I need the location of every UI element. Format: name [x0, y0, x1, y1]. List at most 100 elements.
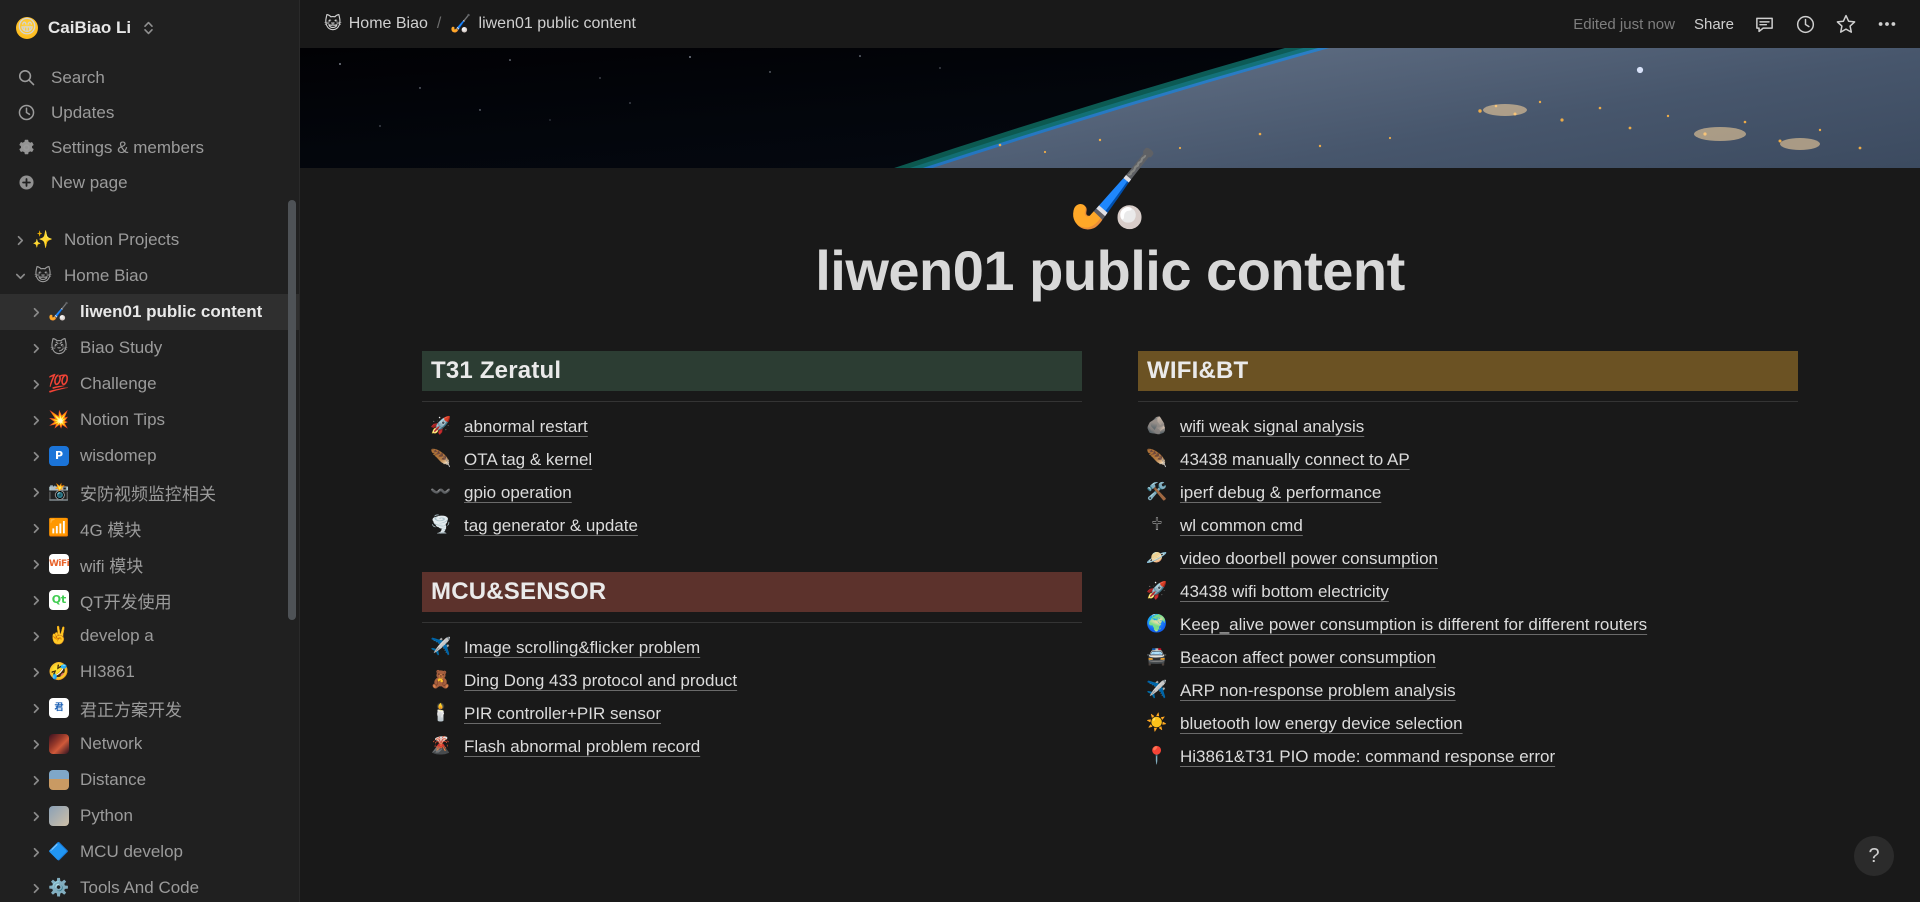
- page-link-row[interactable]: 🚀 abnormal restart: [422, 410, 1082, 443]
- page-link-row[interactable]: 🚔 Beacon affect power consumption: [1138, 641, 1798, 674]
- page-link-label[interactable]: ARP non-response problem analysis: [1180, 681, 1456, 701]
- page-link-label[interactable]: Beacon affect power consumption: [1180, 648, 1436, 668]
- sidebar-item-new-page[interactable]: New page: [0, 165, 300, 200]
- star-icon[interactable]: [1835, 13, 1857, 35]
- page-link-label[interactable]: OTA tag & kernel: [464, 450, 592, 470]
- page-link-label[interactable]: tag generator & update: [464, 516, 638, 536]
- sidebar-tree-item[interactable]: Pwisdomep: [0, 438, 300, 474]
- help-button[interactable]: ?: [1854, 836, 1894, 876]
- sidebar-tree-item[interactable]: 📶 4G 模块: [0, 510, 300, 546]
- chevron-right-icon[interactable]: [26, 775, 46, 786]
- sidebar-tree-item[interactable]: 🤣 HI3861: [0, 654, 300, 690]
- chevron-right-icon[interactable]: [26, 559, 46, 570]
- page-link-label[interactable]: video doorbell power consumption: [1180, 549, 1438, 569]
- chevron-right-icon[interactable]: [26, 739, 46, 750]
- page-link-label[interactable]: PIR controller+PIR sensor: [464, 704, 661, 724]
- chevron-right-icon[interactable]: [26, 631, 46, 642]
- chevron-updown-icon[interactable]: [143, 20, 154, 36]
- page-link-row[interactable]: 🚀 43438 wifi bottom electricity: [1138, 575, 1798, 608]
- page-icon[interactable]: 🏑: [1067, 146, 1159, 232]
- chevron-right-icon[interactable]: [26, 343, 46, 354]
- page-link-row[interactable]: 〰️ gpio operation: [422, 476, 1082, 509]
- page-link-label[interactable]: bluetooth low energy device selection: [1180, 714, 1463, 734]
- sidebar-tree-item[interactable]: 😼 Biao Study: [0, 330, 300, 366]
- page-link-row[interactable]: 🕯️ PIR controller+PIR sensor: [422, 697, 1082, 730]
- sidebar-tree-item[interactable]: 🏑 liwen01 public content: [0, 294, 300, 330]
- page-link-row[interactable]: ✈️ ARP non-response problem analysis: [1138, 674, 1798, 707]
- page-link-label[interactable]: gpio operation: [464, 483, 572, 503]
- chevron-right-icon[interactable]: [26, 703, 46, 714]
- page-link-label[interactable]: Keep_alive power consumption is differen…: [1180, 615, 1647, 635]
- sidebar-tree-item[interactable]: ✌️ develop a: [0, 618, 300, 654]
- breadcrumb-home-biao[interactable]: 😺 Home Biao: [324, 14, 428, 34]
- sidebar-tree-item[interactable]: Python: [0, 798, 300, 834]
- page-link-label[interactable]: wifi weak signal analysis: [1180, 417, 1364, 437]
- page-link-row[interactable]: ✈️ Image scrolling&flicker problem: [422, 631, 1082, 664]
- chevron-right-icon[interactable]: [26, 667, 46, 678]
- more-horizontal-icon[interactable]: [1876, 13, 1898, 35]
- sidebar-tree-item[interactable]: Distance: [0, 762, 300, 798]
- sidebar-tree-item[interactable]: 💯 Challenge: [0, 366, 300, 402]
- page-link-row[interactable]: 🪨 wifi weak signal analysis: [1138, 410, 1798, 443]
- share-button[interactable]: Share: [1694, 16, 1734, 33]
- chevron-right-icon[interactable]: [26, 811, 46, 822]
- sidebar-tree-item[interactable]: 📸 安防视频监控相关: [0, 474, 300, 510]
- sidebar-tree-item[interactable]: 🔷 MCU develop: [0, 834, 300, 870]
- sidebar-tree-item[interactable]: 💥 Notion Tips: [0, 402, 300, 438]
- sidebar-tree-item[interactable]: Network: [0, 726, 300, 762]
- sidebar-tree-item[interactable]: Qt QT开发使用: [0, 582, 300, 618]
- page-link-row[interactable]: 🌍 Keep_alive power consumption is differe…: [1138, 608, 1798, 641]
- page-link-row[interactable]: 🪐 video doorbell power consumption: [1138, 542, 1798, 575]
- sidebar-tree-item[interactable]: ⚙️ Tools And Code: [0, 870, 300, 902]
- chevron-right-icon[interactable]: [26, 847, 46, 858]
- sidebar-tree-item-label: Notion Tips: [80, 410, 166, 429]
- sidebar-tree-item[interactable]: 君君正方案开发: [0, 690, 300, 726]
- page-link-label[interactable]: Ding Dong 433 protocol and product: [464, 671, 737, 691]
- chevron-down-icon[interactable]: [10, 271, 30, 282]
- sidebar-tree-item-icon: 📸: [48, 481, 70, 502]
- page-link-row[interactable]: 🛠️ iperf debug & performance: [1138, 476, 1798, 509]
- page-link-row[interactable]: ☀️ bluetooth low energy device selection: [1138, 707, 1798, 740]
- page-link-label[interactable]: Flash abnormal problem record: [464, 737, 700, 757]
- page-link-emoji-icon: 🚀: [1146, 581, 1168, 601]
- sidebar-tree-item[interactable]: ✨ Notion Projects: [0, 222, 300, 258]
- sidebar-tree-item-label: Distance: [80, 770, 147, 789]
- breadcrumb-label: Home Biao: [348, 15, 428, 32]
- page-link-row[interactable]: 🪶 43438 manually connect to AP: [1138, 443, 1798, 476]
- chevron-right-icon[interactable]: [26, 523, 46, 534]
- page-link-row[interactable]: 🧸 Ding Dong 433 protocol and product: [422, 664, 1082, 697]
- chevron-right-icon[interactable]: [26, 595, 46, 606]
- chevron-right-icon[interactable]: [26, 883, 46, 894]
- sidebar-tree-item[interactable]: WiFi wifi 模块: [0, 546, 300, 582]
- workspace-switcher[interactable]: 😁 CaiBiao Li: [0, 0, 300, 56]
- page-link-row[interactable]: 🪶 OTA tag & kernel: [422, 443, 1082, 476]
- page-link-label[interactable]: iperf debug & performance: [1180, 483, 1381, 503]
- page-link-label[interactable]: 43438 wifi bottom electricity: [1180, 582, 1389, 602]
- search-icon: [16, 67, 37, 88]
- comment-icon[interactable]: [1753, 13, 1775, 35]
- page-link-label[interactable]: Image scrolling&flicker problem: [464, 638, 700, 658]
- sidebar-item-settings[interactable]: Settings & members: [0, 130, 300, 165]
- page-link-row[interactable]: 🌪️ tag generator & update: [422, 509, 1082, 542]
- chevron-right-icon[interactable]: [26, 415, 46, 426]
- page-link-row[interactable]: 🕆 wl common cmd: [1138, 509, 1798, 542]
- chevron-right-icon[interactable]: [26, 451, 46, 462]
- link-section: T31 Zeratul 🚀 abnormal restart 🪶 OTA tag & k…: [422, 351, 1082, 542]
- page-link-label[interactable]: wl common cmd: [1180, 516, 1303, 536]
- page-link-label[interactable]: 43438 manually connect to AP: [1180, 450, 1410, 470]
- chevron-right-icon[interactable]: [10, 235, 30, 246]
- gear-icon: [16, 137, 37, 158]
- chevron-right-icon[interactable]: [26, 379, 46, 390]
- page-link-label[interactable]: Hi3861&T31 PIO mode: command response er…: [1180, 747, 1555, 767]
- page-link-row[interactable]: 📍 Hi3861&T31 PIO mode: command response e…: [1138, 740, 1798, 773]
- sidebar-item-search[interactable]: Search: [0, 60, 300, 95]
- sidebar-tree-item[interactable]: 😺 Home Biao: [0, 258, 300, 294]
- breadcrumb-current-page[interactable]: 🏑 liwen01 public content: [450, 14, 636, 34]
- sidebar-item-updates[interactable]: Updates: [0, 95, 300, 130]
- sidebar-scrollbar[interactable]: [288, 200, 296, 620]
- page-link-row[interactable]: 🌋 Flash abnormal problem record: [422, 730, 1082, 763]
- chevron-right-icon[interactable]: [26, 487, 46, 498]
- page-link-label[interactable]: abnormal restart: [464, 417, 588, 437]
- history-clock-icon[interactable]: [1794, 13, 1816, 35]
- chevron-right-icon[interactable]: [26, 307, 46, 318]
